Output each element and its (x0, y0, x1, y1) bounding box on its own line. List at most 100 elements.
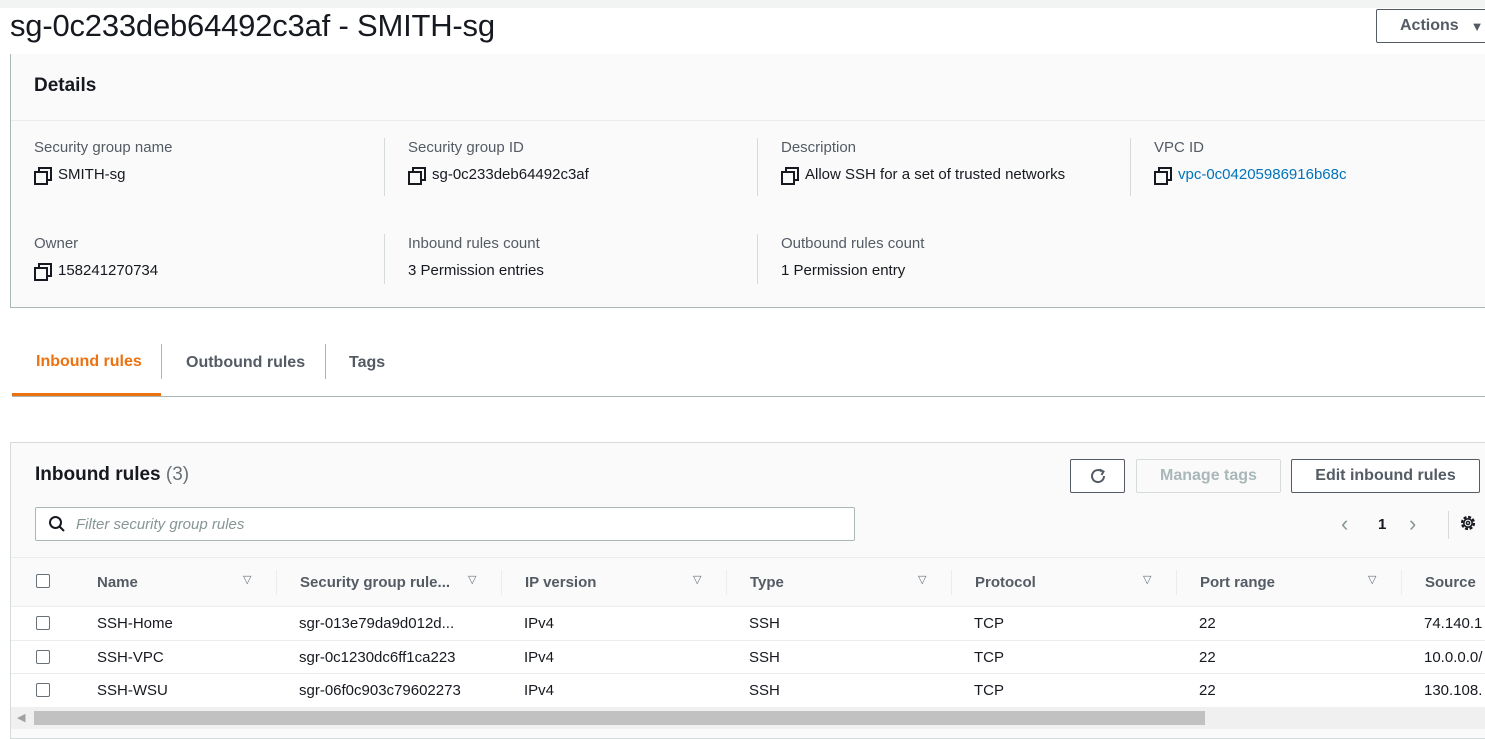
sort-caret-icon[interactable]: ▽ (468, 573, 476, 586)
row-checkbox[interactable] (36, 683, 50, 697)
divider (757, 234, 758, 284)
cell-port-range: 22 (1199, 682, 1216, 699)
table-header: Name ▽ Security group rule... ▽ IP versi… (11, 557, 1485, 607)
column-header-name[interactable]: Name (97, 558, 138, 606)
cell-name: SSH-Home (97, 615, 173, 632)
details-heading: Details (11, 54, 1485, 121)
table-row[interactable]: SSH-WSU sgr-06f0c903c79602273 IPv4 SSH T… (11, 674, 1485, 708)
field-label: Security group ID (408, 139, 524, 156)
column-divider (1176, 570, 1177, 595)
field-value: vpc-0c04205986916b68c (1154, 166, 1346, 185)
column-divider (276, 570, 277, 595)
copy-icon[interactable] (34, 166, 52, 185)
vpc-id-link[interactable]: vpc-0c04205986916b68c (1178, 166, 1346, 183)
pager-divider (1448, 511, 1449, 539)
refresh-button[interactable] (1070, 459, 1125, 493)
inbound-rules-table: Name ▽ Security group rule... ▽ IP versi… (11, 557, 1485, 708)
cell-ip-version: IPv4 (524, 682, 555, 699)
tab-tags[interactable]: Tags (349, 330, 385, 396)
row-checkbox[interactable] (36, 649, 50, 664)
chevron-left-icon[interactable]: ‹ (1341, 509, 1348, 539)
cell-port-range: 22 (1199, 648, 1216, 666)
field-security-group-id: Security group ID sg-0c233deb64492c3af (408, 139, 589, 185)
column-header-protocol[interactable]: Protocol (975, 558, 1036, 606)
cell-name: SSH-WSU (97, 682, 168, 699)
search-input[interactable] (76, 515, 836, 533)
caret-down-icon: ▼ (1470, 18, 1484, 34)
column-header-port-range[interactable]: Port range (1200, 558, 1275, 606)
cell-protocol: TCP (974, 615, 1004, 632)
column-header-type[interactable]: Type (750, 558, 784, 606)
field-label: Owner (34, 235, 79, 252)
inbound-rules-count: (3) (165, 464, 190, 485)
description-value: Allow SSH for a set of trusted networks (805, 166, 1066, 183)
sort-caret-icon[interactable]: ▽ (693, 573, 701, 586)
column-header-ip-version[interactable]: IP version (525, 558, 596, 606)
select-all-checkbox[interactable] (36, 574, 50, 588)
column-divider (501, 570, 502, 595)
field-value: SMITH-sg (34, 166, 172, 185)
sort-caret-icon[interactable]: ▽ (1368, 573, 1376, 586)
owner-value: 158241270734 (58, 262, 159, 279)
cell-protocol: TCP (974, 682, 1004, 699)
outbound-rules-count-value: 1 Permission entry (781, 262, 906, 279)
field-value: 158241270734 (34, 262, 159, 281)
details-panel: Details Security group name SMITH-sg Sec… (10, 54, 1485, 308)
actions-button[interactable]: Actions ▼ (1376, 9, 1485, 43)
inbound-rules-count-value: 3 Permission entries (408, 262, 544, 279)
row-checkbox[interactable] (36, 616, 50, 630)
field-label: Outbound rules count (781, 235, 925, 252)
cell-source: 74.140.1 (1424, 615, 1483, 632)
field-label: Security group name (34, 139, 173, 156)
copy-icon[interactable] (781, 166, 799, 185)
table-row[interactable]: SSH-Home sgr-013e79da9d012d... IPv4 SSH … (11, 607, 1485, 641)
column-header-source[interactable]: Source (1425, 558, 1476, 606)
page-title: sg-0c233deb64492c3af - SMITH-sg (10, 8, 495, 43)
pagination-page[interactable]: 1 (1378, 509, 1386, 539)
scroll-left-icon[interactable]: ◀ (17, 711, 25, 724)
field-value: Allow SSH for a set of trusted networks (781, 166, 1066, 185)
cell-rule-id: sgr-06f0c903c79602273 (299, 682, 461, 699)
cell-ip-version: IPv4 (524, 648, 555, 666)
security-group-id-value: sg-0c233deb64492c3af (432, 166, 589, 183)
top-strip (0, 0, 1485, 8)
field-label: Inbound rules count (408, 235, 540, 252)
tab-bar: Inbound rules Outbound rules Tags (12, 330, 1485, 397)
search-icon (49, 516, 65, 532)
edit-inbound-rules-button[interactable]: Edit inbound rules (1291, 459, 1480, 493)
field-description: Description Allow SSH for a set of trust… (781, 139, 1066, 185)
sort-caret-icon[interactable]: ▽ (918, 573, 926, 586)
table-row[interactable]: SSH-VPC sgr-0c1230dc6ff1ca223 IPv4 SSH T… (11, 640, 1485, 674)
inbound-rules-title: Inbound rules (35, 464, 161, 485)
scrollbar-thumb[interactable] (34, 711, 1205, 725)
cell-type: SSH (749, 648, 780, 666)
sort-caret-icon[interactable]: ▽ (243, 573, 251, 586)
cell-type: SSH (749, 615, 780, 632)
divider (384, 234, 385, 284)
divider (384, 138, 385, 196)
column-divider (951, 570, 952, 595)
actions-label: Actions (1400, 17, 1459, 34)
tab-separator (161, 344, 162, 379)
field-security-group-name: Security group name SMITH-sg (34, 139, 173, 185)
field-label: VPC ID (1154, 139, 1205, 156)
copy-icon[interactable] (1154, 166, 1172, 185)
copy-icon[interactable] (408, 166, 426, 185)
cell-name: SSH-VPC (97, 648, 164, 666)
security-group-name-value: SMITH-sg (58, 166, 126, 183)
copy-icon[interactable] (34, 262, 52, 281)
manage-tags-button[interactable]: Manage tags (1136, 459, 1281, 493)
sort-caret-icon[interactable]: ▽ (1143, 573, 1151, 586)
column-divider (1401, 570, 1402, 595)
cell-source: 10.0.0.0/ (1424, 648, 1483, 666)
chevron-right-icon[interactable]: › (1409, 509, 1416, 539)
tab-inbound-rules[interactable]: Inbound rules (12, 330, 161, 396)
inbound-rules-heading: Inbound rules (3) (35, 464, 189, 486)
horizontal-scrollbar[interactable]: ◀ (11, 707, 1485, 729)
tab-outbound-rules[interactable]: Outbound rules (186, 330, 305, 396)
settings-gear-icon[interactable] (1458, 513, 1478, 533)
cell-protocol: TCP (974, 648, 1004, 666)
column-header-rule-id[interactable]: Security group rule... (300, 558, 450, 606)
field-inbound-rules-count: Inbound rules count 3 Permission entries (408, 235, 544, 279)
field-owner: Owner 158241270734 (34, 235, 159, 281)
